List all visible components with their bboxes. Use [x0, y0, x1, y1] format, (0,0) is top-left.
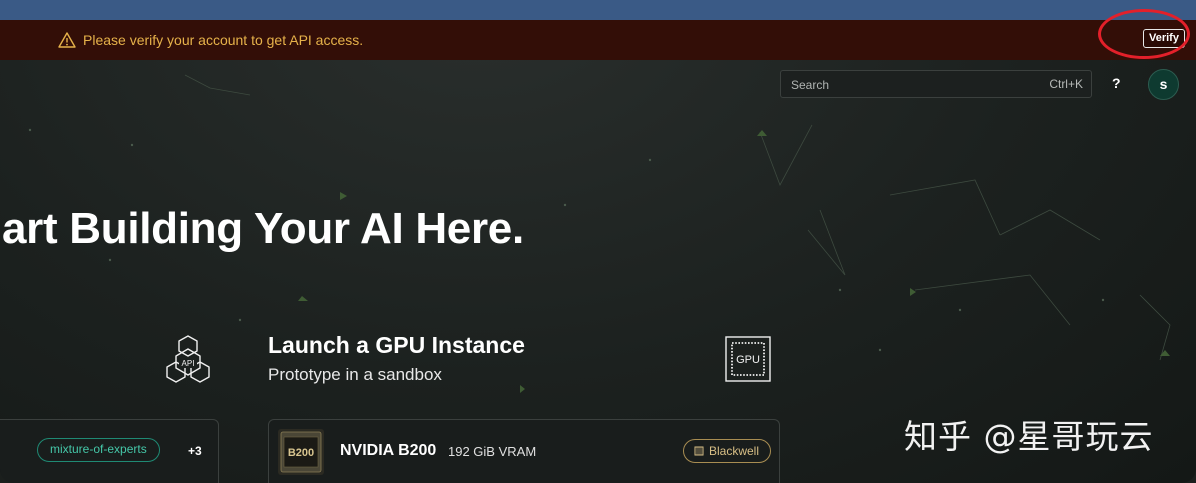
model-tag[interactable]: mixture-of-experts: [37, 438, 160, 462]
warning-triangle-icon: [58, 32, 76, 48]
watermark: 知乎 @星哥玩云: [904, 417, 1154, 456]
gpu-vram: 192 GiB VRAM: [448, 444, 537, 459]
chip-icon: [694, 446, 704, 456]
gpu-name: NVIDIA B200: [340, 442, 437, 459]
architecture-badge: Blackwell: [683, 439, 771, 463]
banner-message: Please verify your account to get API ac…: [83, 32, 364, 48]
hero-title: art Building Your AI Here.: [2, 204, 524, 253]
annotation-circle: [1098, 9, 1190, 59]
api-icon: API: [166, 335, 210, 383]
verification-banner: Please verify your account to get API ac…: [0, 20, 1196, 60]
architecture-label: Blackwell: [709, 444, 760, 458]
section-title: Launch a GPU Instance: [268, 332, 525, 358]
more-tags-count[interactable]: +3: [188, 444, 202, 458]
window-top-bar: [0, 0, 1196, 20]
section-subtitle: Prototype in a sandbox: [268, 365, 442, 384]
svg-text:B200: B200: [288, 447, 314, 459]
help-button[interactable]: ?: [1112, 75, 1121, 91]
svg-text:API: API: [182, 359, 195, 368]
search-box[interactable]: Ctrl+K: [780, 70, 1092, 98]
search-shortcut-hint: Ctrl+K: [1049, 77, 1083, 91]
user-avatar[interactable]: s: [1148, 69, 1179, 100]
search-input[interactable]: [789, 75, 1033, 95]
gpu-chip-image: B200: [278, 429, 324, 475]
gpu-chip-icon: GPU: [725, 336, 771, 382]
svg-text:GPU: GPU: [736, 354, 760, 366]
app-frame: Please verify your account to get API ac…: [0, 0, 1196, 483]
